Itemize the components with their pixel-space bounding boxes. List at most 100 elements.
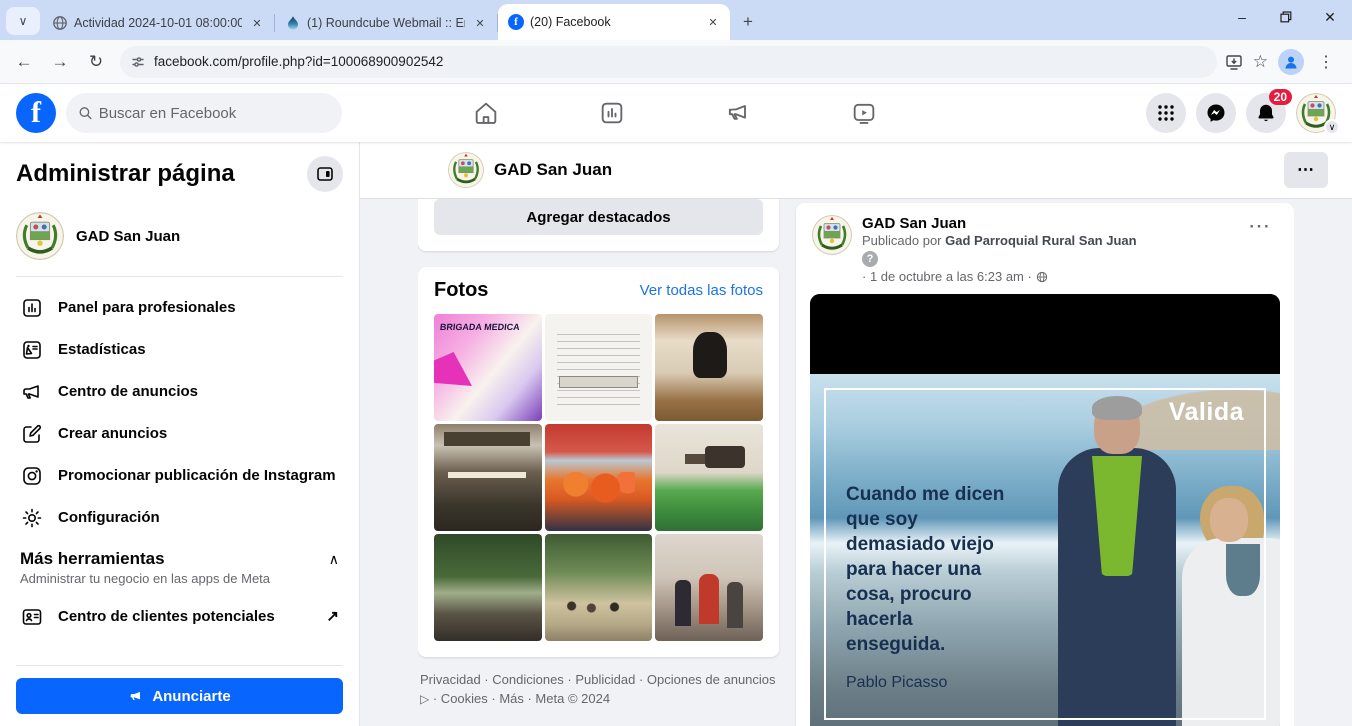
photo-thumbnail[interactable]: [655, 424, 763, 531]
more-tools-title: Más herramientas: [20, 549, 165, 569]
photo-thumbnail[interactable]: [545, 424, 653, 531]
window-restore-button[interactable]: [1264, 0, 1308, 34]
person-icon: [1283, 54, 1299, 70]
adchoices-icon[interactable]: ▷: [420, 692, 429, 706]
nav-ads-tab[interactable]: [682, 89, 794, 137]
sidebar-item-insights[interactable]: Estadísticas: [16, 329, 343, 371]
insights-icon: [20, 338, 44, 362]
photo-thumbnail[interactable]: [545, 534, 653, 641]
pencil-square-icon: [20, 422, 44, 446]
footer-links: Privacidad · Condiciones · Publicidad · …: [418, 671, 779, 709]
more-tools-section-toggle[interactable]: Más herramientas ∧: [16, 549, 343, 569]
address-bar[interactable]: facebook.com/profile.php?id=100068900902…: [120, 46, 1217, 78]
sidebar-item-boost-instagram[interactable]: Promocionar publicación de Instagram: [16, 455, 343, 497]
page-more-button[interactable]: ⋯: [1284, 152, 1328, 188]
footer-links-line2[interactable]: · Cookies · Más · Meta © 2024: [433, 691, 610, 706]
collapse-sidebar-button[interactable]: [307, 156, 343, 192]
bookmark-star-icon[interactable]: ☆: [1253, 52, 1268, 72]
browser-tab-facebook[interactable]: f (20) Facebook ✕: [498, 4, 730, 40]
chrome-profile-avatar[interactable]: [1278, 49, 1304, 75]
install-app-icon[interactable]: [1225, 53, 1243, 71]
sidebar-item-settings[interactable]: Configuración: [16, 497, 343, 539]
window-minimize-button[interactable]: –: [1220, 0, 1264, 34]
quote-author: Pablo Picasso: [846, 674, 947, 692]
photo-thumbnail[interactable]: [434, 534, 542, 641]
info-question-badge[interactable]: ?: [862, 251, 878, 267]
sidebar-item-professional-dashboard[interactable]: Panel para profesionales: [16, 287, 343, 329]
notification-badge: 20: [1269, 89, 1292, 105]
sidebar-item-leads-center[interactable]: Centro de clientes potenciales ↗: [16, 596, 343, 638]
new-tab-button[interactable]: +: [734, 8, 762, 36]
contact-card-icon: [20, 605, 44, 629]
chevron-down-icon: ∨: [19, 14, 28, 28]
page-crest-avatar[interactable]: [448, 152, 484, 188]
gear-icon: [20, 506, 44, 530]
advertise-label: Anunciarte: [152, 688, 230, 705]
facebook-search[interactable]: [66, 93, 342, 133]
byline-page-name[interactable]: Gad Parroquial Rural San Juan: [945, 233, 1136, 248]
post-video-media[interactable]: Valida Cuando me dicen que soy demasiado…: [810, 294, 1280, 726]
nav-professional-dashboard-tab[interactable]: [556, 89, 668, 137]
post-header: GAD San Juan Publicado por Gad Parroquia…: [812, 215, 1278, 284]
photo-thumbnail[interactable]: [434, 424, 542, 531]
sidebar-item-label: Crear anuncios: [58, 424, 167, 444]
facebook-logo[interactable]: f: [16, 93, 56, 133]
profile-avatar-button[interactable]: ∨: [1296, 93, 1336, 133]
page-crest-avatar: [16, 212, 64, 260]
profile-right-column: GAD San Juan Publicado por Gad Parroquia…: [796, 199, 1294, 726]
chart-panel-icon: [598, 99, 626, 127]
photo-thumbnail[interactable]: [655, 314, 763, 421]
post-author-avatar[interactable]: [812, 215, 852, 255]
nav-home-tab[interactable]: [430, 89, 542, 137]
tab-close-icon[interactable]: ✕: [704, 13, 722, 31]
restore-icon: [1280, 11, 1292, 23]
back-button[interactable]: ←: [8, 46, 40, 78]
notifications-button[interactable]: 20: [1246, 93, 1286, 133]
browser-toolbar: ← → ↻ facebook.com/profile.php?id=100068…: [0, 40, 1352, 84]
sidebar-item-ads-center[interactable]: Centro de anuncios: [16, 371, 343, 413]
quote-text: Cuando me dicen que soy demasiado viejo …: [846, 482, 1004, 658]
messenger-button[interactable]: [1196, 93, 1236, 133]
post-author-name[interactable]: GAD San Juan: [862, 215, 1137, 232]
megaphone-icon: [128, 688, 144, 704]
search-input[interactable]: [99, 105, 330, 122]
globe-privacy-icon: [1036, 271, 1048, 283]
reload-button[interactable]: ↻: [80, 46, 112, 78]
add-highlights-button[interactable]: Agregar destacados: [434, 199, 763, 235]
chrome-menu-icon[interactable]: ⋮: [1314, 52, 1338, 72]
advertise-button[interactable]: Anunciarte: [16, 678, 343, 714]
timestamp-text: · 1 de octubre a las 6:23 am ·: [862, 269, 1032, 284]
nav-video-tab[interactable]: [808, 89, 920, 137]
post-more-button[interactable]: ⋯: [1242, 215, 1278, 284]
apps-menu-button[interactable]: [1146, 93, 1186, 133]
tab-close-icon[interactable]: ✕: [471, 14, 489, 32]
photos-title: Fotos: [434, 279, 488, 302]
forward-button[interactable]: →: [44, 46, 76, 78]
advertise-section: Anunciarte: [16, 663, 343, 714]
photo-thumbnail[interactable]: [655, 534, 763, 641]
window-close-button[interactable]: ✕: [1308, 0, 1352, 34]
highlights-card: Agregar destacados: [418, 199, 779, 251]
browser-tab-actividad[interactable]: Actividad 2024-10-01 08:00:00 ✕: [42, 6, 274, 40]
sidebar-item-create-ads[interactable]: Crear anuncios: [16, 413, 343, 455]
facebook-header-actions: 20 ∨: [1146, 93, 1336, 133]
photo-thumbnail[interactable]: BRIGADA MEDICA: [434, 314, 542, 421]
site-settings-icon[interactable]: [130, 54, 146, 70]
see-all-photos-link[interactable]: Ver todas las fotos: [640, 282, 763, 299]
toolbar-actions: ☆ ⋮: [1225, 49, 1344, 75]
facebook-nav-tabs: [430, 84, 920, 142]
footer-links-line1[interactable]: Privacidad · Condiciones · Publicidad · …: [420, 672, 776, 687]
browser-tab-roundcube[interactable]: (1) Roundcube Webmail :: Entra ✕: [275, 6, 497, 40]
home-icon: [472, 99, 500, 127]
tab-title: (20) Facebook: [530, 15, 698, 29]
brand-logo: Valida: [1169, 398, 1244, 427]
more-tools-subtitle: Administrar tu negocio en las apps de Me…: [16, 569, 343, 596]
tab-search-button[interactable]: ∨: [6, 7, 40, 35]
tab-close-icon[interactable]: ✕: [248, 14, 266, 32]
roundcube-favicon-icon: [285, 15, 301, 31]
photo-thumbnail[interactable]: [545, 314, 653, 421]
sidebar-page-link[interactable]: GAD San Juan: [16, 206, 343, 274]
post-timestamp[interactable]: · 1 de octubre a las 6:23 am ·: [862, 269, 1137, 284]
photos-card: Fotos Ver todas las fotos BRIGADA MEDICA: [418, 267, 779, 657]
sidebar-item-label: Estadísticas: [58, 340, 146, 360]
